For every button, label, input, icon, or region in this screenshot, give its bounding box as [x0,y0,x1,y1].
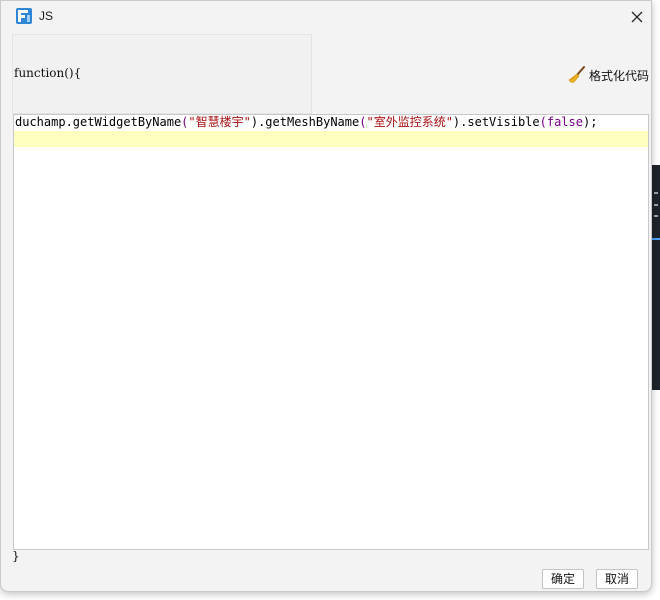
background-mark [654,215,658,217]
code-token-keyword: false [546,115,583,129]
window-title: JS [39,9,54,23]
code-token-string: "室外监控系统" [366,115,453,129]
app-logo-icon [16,8,32,24]
close-button[interactable] [623,5,651,29]
code-token: ); [582,115,598,129]
code-line: duchamp.getWidgetByName ( "智慧楼宇").getMeshB… [15,115,597,130]
background-app-right [652,165,660,390]
code-token: ).setVisible [452,115,540,129]
background-accent-line [652,238,660,240]
background-mark [654,204,658,206]
code-token-paren: ( [539,115,547,129]
function-footer: } [12,549,20,563]
background-mark [654,192,658,194]
code-token: ).getMeshByName [250,115,360,129]
code-token: duchamp.getWidgetByName [15,115,182,129]
broom-icon [568,66,585,83]
ok-button[interactable]: 确定 [542,569,584,589]
js-editor-dialog: JS function(){ 格式化代码 duchamp.getWidgetBy… [0,0,652,592]
active-line-highlight [14,131,648,147]
close-icon [631,11,643,23]
format-code-button[interactable]: 格式化代码 [568,65,649,85]
code-token-string: "智慧楼宇" [188,115,251,129]
format-code-label: 格式化代码 [589,68,650,83]
function-header: function(){ [14,66,82,80]
code-editor[interactable]: duchamp.getWidgetByName ( "智慧楼宇").getMeshB… [13,114,649,550]
title-bar[interactable]: JS [1,1,651,32]
cancel-button[interactable]: 取消 [596,569,638,589]
